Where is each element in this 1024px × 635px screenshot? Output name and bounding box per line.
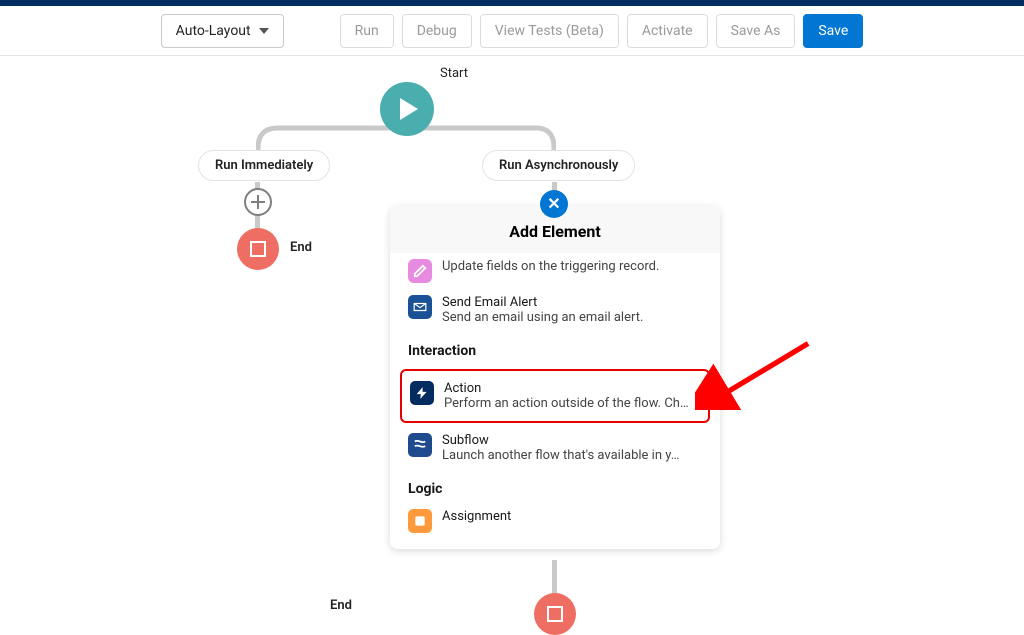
element-label: Assignment: [442, 509, 702, 524]
stop-icon: [547, 606, 563, 622]
layout-mode-dropdown[interactable]: Auto-Layout: [161, 14, 284, 48]
start-caption: Start: [440, 66, 468, 81]
action-icon: [410, 381, 434, 405]
end-node-right[interactable]: [534, 593, 576, 635]
run-button[interactable]: Run: [340, 14, 394, 48]
save-button[interactable]: Save: [803, 14, 863, 48]
update-record-icon: [408, 259, 432, 283]
path-run-asynchronously[interactable]: Run Asynchronously: [482, 150, 635, 181]
element-subflow[interactable]: Subflow Launch another flow that's avail…: [400, 427, 710, 469]
element-send-email-alert[interactable]: Send Email Alert Send an email using an …: [400, 289, 710, 331]
flow-toolbar: Auto-Layout Run Debug View Tests (Beta) …: [0, 6, 1024, 56]
add-element-panel: Add Element Update fields on the trigger…: [390, 206, 720, 549]
element-desc: Update fields on the triggering record.: [442, 259, 702, 274]
section-interaction: Interaction: [400, 331, 710, 365]
view-tests-button[interactable]: View Tests (Beta): [480, 14, 619, 48]
element-desc: Send an email using an email alert.: [442, 310, 702, 325]
element-desc: Perform an action outside of the flow. C…: [444, 396, 700, 411]
element-action[interactable]: Action Perform an action outside of the …: [400, 369, 710, 423]
activate-button[interactable]: Activate: [627, 14, 708, 48]
section-logic: Logic: [400, 469, 710, 503]
layout-mode-label: Auto-Layout: [176, 23, 251, 39]
element-update-record[interactable]: Update fields on the triggering record.: [400, 253, 710, 289]
save-as-button[interactable]: Save As: [716, 14, 796, 48]
close-panel-button[interactable]: ✕: [540, 190, 568, 218]
play-icon: [400, 98, 418, 120]
end-label-right: End: [330, 598, 352, 613]
end-node-left[interactable]: [237, 228, 279, 270]
assignment-icon: [408, 509, 432, 533]
chevron-down-icon: [259, 28, 269, 34]
element-assignment[interactable]: Assignment: [400, 503, 710, 539]
element-desc: Launch another flow that's available in …: [442, 448, 702, 463]
subflow-icon: [408, 433, 432, 457]
start-node[interactable]: [380, 82, 434, 136]
element-label: Send Email Alert: [442, 295, 702, 310]
close-icon: ✕: [547, 196, 560, 212]
end-label-left: End: [290, 240, 312, 255]
element-label: Subflow: [442, 433, 702, 448]
debug-button[interactable]: Debug: [402, 14, 472, 48]
stop-icon: [250, 241, 266, 257]
path-run-immediately[interactable]: Run Immediately: [198, 150, 330, 181]
element-label: Action: [444, 381, 700, 396]
panel-body: Update fields on the triggering record. …: [390, 253, 720, 549]
add-element-left[interactable]: [244, 188, 272, 216]
email-icon: [408, 295, 432, 319]
